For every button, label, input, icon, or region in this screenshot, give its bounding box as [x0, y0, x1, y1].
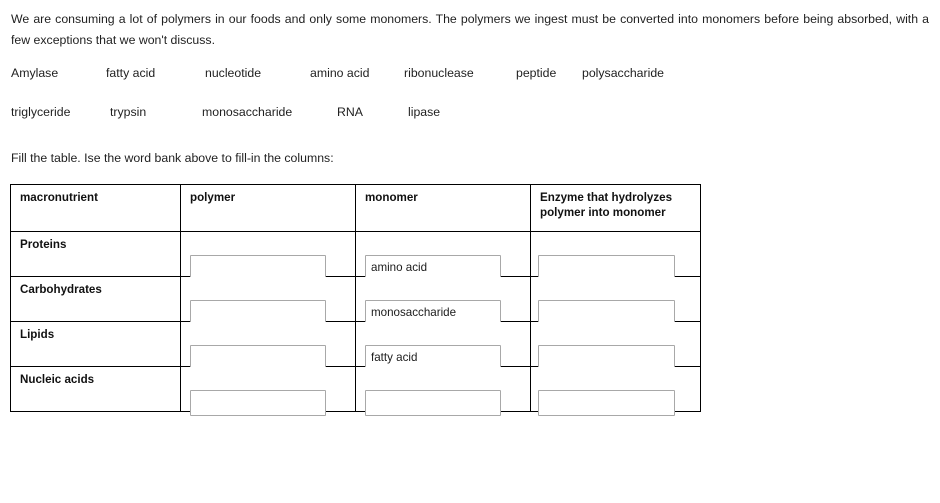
cell-monomer-lipids: fatty acid: [355, 321, 531, 371]
row-label-proteins: Proteins: [20, 238, 67, 251]
cell-polymer-proteins: [180, 231, 356, 281]
word-bank-item-nucleotide: nucleotide: [205, 66, 262, 80]
word-bank-item-monosaccharide: monosaccharide: [202, 105, 293, 119]
header-cell-enzyme: Enzyme that hydrolyzes polymer into mono…: [530, 184, 701, 232]
word-bank-item-trypsin: trypsin: [110, 105, 147, 119]
table-row: Nucleic acids: [10, 366, 701, 416]
cell-monomer-proteins: amino acid: [355, 231, 531, 281]
cell-enzyme-proteins: [530, 231, 701, 281]
cell-enzyme-carbohydrates: [530, 276, 701, 326]
cell-monomer-nucleic-acids: [355, 366, 531, 416]
word-bank-item-rna: RNA: [337, 105, 363, 119]
cell-enzyme-nucleic-acids: [530, 366, 701, 416]
cell-polymer-carbohydrates: [180, 276, 356, 326]
row-label-nucleic-acids: Nucleic acids: [20, 373, 95, 386]
cell-enzyme-lipids: [530, 321, 701, 371]
enzyme-input-nucleic-acids[interactable]: [538, 390, 675, 416]
word-bank-item-peptide: peptide: [516, 66, 557, 80]
header-cell-polymer: polymer: [180, 184, 356, 232]
word-bank-item-lipase: lipase: [408, 105, 441, 119]
word-bank: Amylase fatty acid nucleotide amino acid…: [0, 64, 940, 142]
word-bank-item-amino-acid: amino acid: [310, 66, 370, 80]
cell-polymer-nucleic-acids: [180, 366, 356, 416]
table-row: Proteins amino acid: [10, 231, 701, 281]
row-label-cell-nucleic-acids: Nucleic acids: [10, 366, 181, 412]
header-label-polymer: polymer: [190, 191, 236, 204]
word-bank-item-ribonuclease: ribonuclease: [404, 66, 474, 80]
header-label-enzyme: Enzyme that hydrolyzes polymer into mono…: [540, 191, 673, 219]
word-bank-row-2: triglyceride trypsin monosaccharide RNA …: [0, 103, 940, 142]
cell-polymer-lipids: [180, 321, 356, 371]
table-row: Carbohydrates monosaccharide: [10, 276, 701, 326]
header-cell-monomer: monomer: [355, 184, 531, 232]
row-label-carbohydrates: Carbohydrates: [20, 283, 102, 296]
word-bank-item-polysaccharide: polysaccharide: [582, 66, 665, 80]
word-bank-item-fatty-acid: fatty acid: [106, 66, 156, 80]
macronutrient-table: macronutrient polymer monomer Enzyme tha…: [10, 184, 701, 416]
row-label-cell-proteins: Proteins: [10, 231, 181, 277]
table-header-row: macronutrient polymer monomer Enzyme tha…: [10, 184, 701, 232]
intro-paragraph: We are consuming a lot of polymers in ou…: [11, 12, 929, 47]
word-bank-item-amylase: Amylase: [11, 66, 59, 80]
row-label-cell-lipids: Lipids: [10, 321, 181, 367]
polymer-input-nucleic-acids[interactable]: [190, 390, 326, 416]
row-label-lipids: Lipids: [20, 328, 55, 341]
instruction-text: Fill the table. Ise the word bank above …: [11, 151, 334, 165]
header-cell-macronutrient: macronutrient: [10, 184, 181, 232]
table-row: Lipids fatty acid: [10, 321, 701, 371]
monomer-input-nucleic-acids[interactable]: [365, 390, 501, 416]
header-label-macronutrient: macronutrient: [20, 191, 98, 204]
word-bank-item-triglyceride: triglyceride: [11, 105, 71, 119]
word-bank-row-1: Amylase fatty acid nucleotide amino acid…: [0, 64, 940, 103]
header-label-monomer: monomer: [365, 191, 418, 204]
row-label-cell-carbohydrates: Carbohydrates: [10, 276, 181, 322]
cell-monomer-carbohydrates: monosaccharide: [355, 276, 531, 326]
